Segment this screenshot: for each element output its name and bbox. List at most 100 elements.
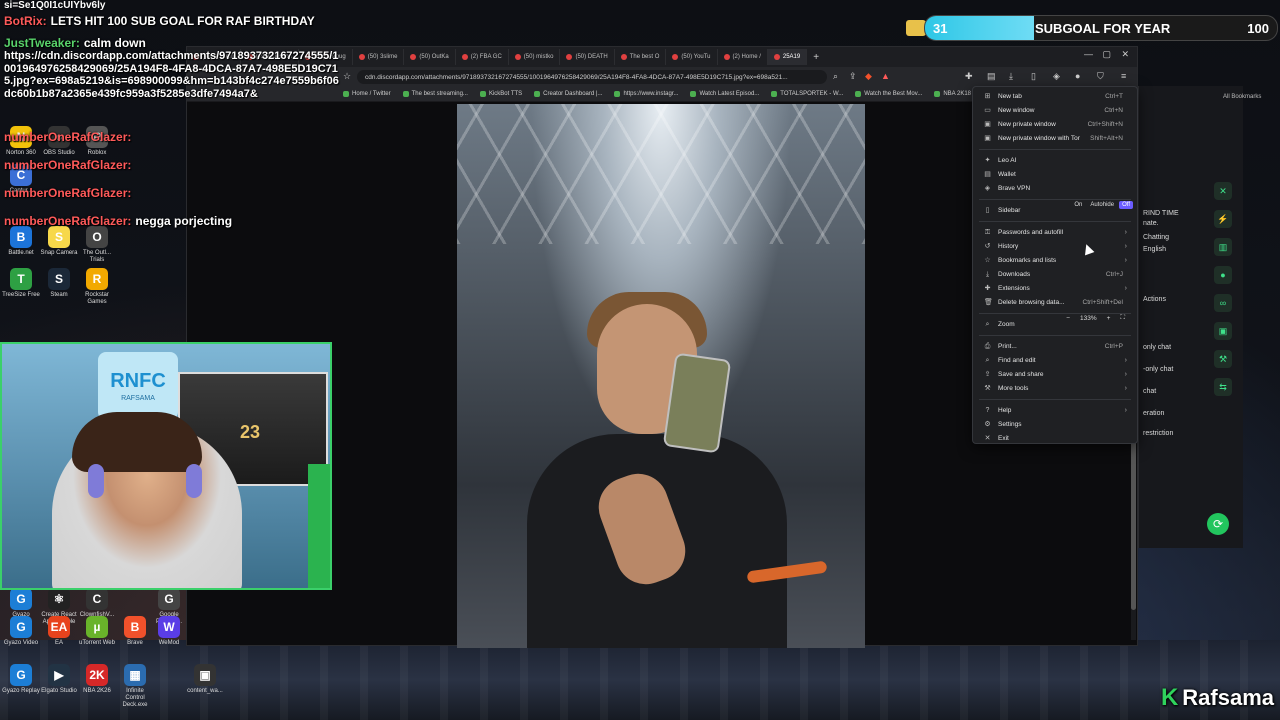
browser-tab[interactable]: (50) 3slime bbox=[353, 49, 405, 65]
bookmark-item[interactable]: https://www.instagr... bbox=[608, 91, 684, 97]
rail-share-icon[interactable]: ⇆ bbox=[1214, 378, 1232, 396]
menu-icon[interactable]: ≡ bbox=[1121, 71, 1126, 81]
minimize-icon[interactable]: — bbox=[1084, 49, 1093, 59]
side-panel-row[interactable]: RIND TIME bbox=[1143, 210, 1179, 217]
desktop-icon[interactable]: G Gyazo bbox=[2, 588, 40, 619]
menu-item-history[interactable]: ↺ History › bbox=[973, 240, 1137, 252]
menu-item-bookmarks-and-lists[interactable]: ☆ Bookmarks and lists › bbox=[973, 254, 1137, 266]
side-panel-row[interactable]: Actions bbox=[1143, 296, 1166, 303]
shield-icon[interactable]: ⛉ bbox=[1097, 71, 1104, 82]
zoom-icon[interactable]: ⌕ bbox=[833, 71, 838, 82]
brave-shields-icon[interactable]: ◆ bbox=[865, 71, 872, 82]
side-panel-row[interactable]: eration bbox=[1143, 410, 1164, 417]
new-tab-icon[interactable]: + bbox=[807, 52, 825, 63]
side-panel-row[interactable]: only chat bbox=[1143, 344, 1171, 351]
browser-tab[interactable]: (50) mistko bbox=[509, 49, 561, 65]
address-bar[interactable]: cdn.discordapp.com/attachments/971893732… bbox=[357, 70, 827, 84]
zoom-in-button[interactable]: + bbox=[1107, 315, 1111, 322]
sidebar-option-off[interactable]: Off bbox=[1119, 201, 1133, 209]
desktop-icon[interactable]: S Snap Camera bbox=[40, 226, 78, 257]
menu-item-more-tools[interactable]: ⚒ More tools › bbox=[973, 382, 1137, 394]
browser-tab[interactable]: (50) OutKa bbox=[404, 49, 456, 65]
menu-item-passwords-and-autofill[interactable]: ⚿ Passwords and autofill › bbox=[973, 226, 1137, 238]
browser-tab[interactable]: The best O bbox=[615, 49, 667, 65]
desktop-icon[interactable]: B Battle.net bbox=[2, 226, 40, 257]
desktop-icon[interactable]: S Steam bbox=[40, 268, 78, 299]
menu-item-new-tab[interactable]: ⊞ New tab Ctrl+T bbox=[973, 90, 1137, 102]
profile-icon[interactable]: ● bbox=[1075, 71, 1080, 81]
menu-item-delete-browsing-data[interactable]: 🗑 Delete browsing data... Ctrl+Shift+Del bbox=[973, 296, 1137, 308]
green-action-button[interactable]: ⟳ bbox=[1207, 513, 1229, 535]
menu-item-extensions[interactable]: ✚ Extensions › bbox=[973, 282, 1137, 294]
sidebar-toggle-icon[interactable]: ▯ bbox=[1031, 71, 1036, 82]
desktop-icon[interactable]: C ClownfishV... bbox=[78, 588, 116, 619]
rail-mod-icon[interactable]: ✕ bbox=[1214, 182, 1232, 200]
desktop-icon[interactable]: ▦ Infinite Control Deck.exe bbox=[116, 664, 154, 709]
desktop-icon[interactable]: ▣ content_wa... bbox=[186, 664, 224, 695]
menu-item-print[interactable]: ⎙ Print... Ctrl+P bbox=[973, 340, 1137, 352]
bookmark-item[interactable]: Watch the Best Mov... bbox=[849, 91, 928, 97]
desktop-icon[interactable]: µ uTorrent Web bbox=[78, 616, 116, 647]
desktop-icon[interactable]: W WeMod bbox=[150, 616, 188, 647]
extensions-icon[interactable]: ✚ bbox=[965, 71, 973, 82]
vpn-icon[interactable]: ◈ bbox=[1053, 71, 1060, 82]
menu-item-settings[interactable]: ⚙ Settings bbox=[973, 418, 1137, 430]
menu-item-leo-ai[interactable]: ✦ Leo AI bbox=[973, 154, 1137, 166]
rail-link-icon[interactable]: ∞ bbox=[1214, 294, 1232, 312]
browser-tab[interactable]: (2) Home / bbox=[718, 49, 768, 65]
share-icon[interactable]: ⇪ bbox=[849, 71, 857, 82]
all-bookmarks-link[interactable]: All Bookmarks bbox=[1223, 94, 1261, 100]
maximize-icon[interactable]: ▢ bbox=[1102, 49, 1111, 60]
desktop-icon[interactable]: B Brave bbox=[116, 616, 154, 647]
rail-chat-icon[interactable]: ● bbox=[1214, 266, 1232, 284]
side-panel-row[interactable]: -only chat bbox=[1143, 366, 1173, 373]
bookmark-item[interactable]: KickBot TTS bbox=[474, 91, 528, 97]
zoom-out-button[interactable]: − bbox=[1066, 315, 1070, 322]
side-panel-row[interactable]: chat bbox=[1143, 388, 1156, 395]
desktop-icon[interactable]: 2K NBA 2K26 bbox=[78, 664, 116, 695]
rail-save-icon[interactable]: ▣ bbox=[1214, 322, 1232, 340]
desktop-icon[interactable]: O The Outl... Trials bbox=[78, 226, 116, 264]
close-window-icon[interactable]: ✕ bbox=[1121, 49, 1129, 60]
menu-item-new-window[interactable]: ▭ New window Ctrl+N bbox=[973, 104, 1137, 116]
rail-trash-icon[interactable]: ▥ bbox=[1214, 238, 1232, 256]
download-icon[interactable]: ⤓ bbox=[1009, 71, 1013, 82]
desktop-icon[interactable]: G Gyazo Replay bbox=[2, 664, 40, 695]
browser-tab[interactable]: (50) DEATH bbox=[560, 49, 615, 65]
browser-tab[interactable]: (50) YouTu bbox=[666, 49, 718, 65]
desktop-icon[interactable]: R Rockstar Games bbox=[78, 268, 116, 306]
menu-item-help[interactable]: ? Help › bbox=[973, 404, 1137, 416]
rail-bolt-icon[interactable]: ⚡ bbox=[1214, 210, 1232, 228]
desktop-icon[interactable]: EA EA bbox=[40, 616, 78, 647]
desktop-icon[interactable]: T TreeSize Free bbox=[2, 268, 40, 299]
menu-item-downloads[interactable]: ⤓ Downloads Ctrl+J bbox=[973, 268, 1137, 280]
wallet-icon[interactable]: ▤ bbox=[987, 71, 996, 82]
bookmark-item[interactable]: Creator Dashboard |... bbox=[528, 91, 608, 97]
side-panel-row[interactable]: nate. bbox=[1143, 220, 1159, 227]
menu-item-new-private-window-with-tor[interactable]: ▣ New private window with Tor Shift+Alt+N bbox=[973, 132, 1137, 144]
bookmark-item[interactable]: The best streaming... bbox=[397, 91, 474, 97]
menu-item-new-private-window[interactable]: ▣ New private window Ctrl+Shift+N bbox=[973, 118, 1137, 130]
sidebar-option-autohide[interactable]: Autohide bbox=[1087, 201, 1117, 209]
menu-item-exit[interactable]: ✕ Exit bbox=[973, 432, 1137, 444]
rail-wrench-icon[interactable]: ⚒ bbox=[1214, 350, 1232, 368]
bookmark-item[interactable]: Watch Latest Episod... bbox=[684, 91, 765, 97]
bookmark-item[interactable]: TOTALSPORTEK - W... bbox=[765, 91, 849, 97]
side-panel-row[interactable]: restriction bbox=[1143, 430, 1173, 437]
fullscreen-icon[interactable]: ⛶ bbox=[1120, 314, 1125, 322]
browser-tab[interactable]: (2) FBA GC bbox=[456, 49, 509, 65]
browser-tab[interactable]: 25A19 bbox=[767, 49, 808, 65]
desktop-icon[interactable]: G Gyazo Video bbox=[2, 616, 40, 647]
brave-rewards-icon[interactable]: ▲ bbox=[881, 71, 890, 81]
side-panel-row[interactable]: Chatting bbox=[1143, 234, 1169, 241]
bookmark-item[interactable]: Home / Twitter bbox=[337, 91, 397, 97]
side-panel-row[interactable]: English bbox=[1143, 246, 1166, 253]
menu-item-wallet[interactable]: ▤ Wallet bbox=[973, 168, 1137, 180]
menu-item-save-and-share[interactable]: ⇪ Save and share › bbox=[973, 368, 1137, 380]
scrollbar-thumb[interactable] bbox=[1131, 440, 1136, 610]
bookmark-star-icon[interactable]: ☆ bbox=[343, 71, 351, 82]
sidebar-option-on[interactable]: On bbox=[1071, 201, 1085, 209]
desktop-icon[interactable]: ▶ Elgato Studio bbox=[40, 664, 78, 695]
menu-item-brave-vpn[interactable]: ◈ Brave VPN bbox=[973, 182, 1137, 194]
menu-item-find-and-edit[interactable]: ⌕ Find and edit › bbox=[973, 354, 1137, 366]
